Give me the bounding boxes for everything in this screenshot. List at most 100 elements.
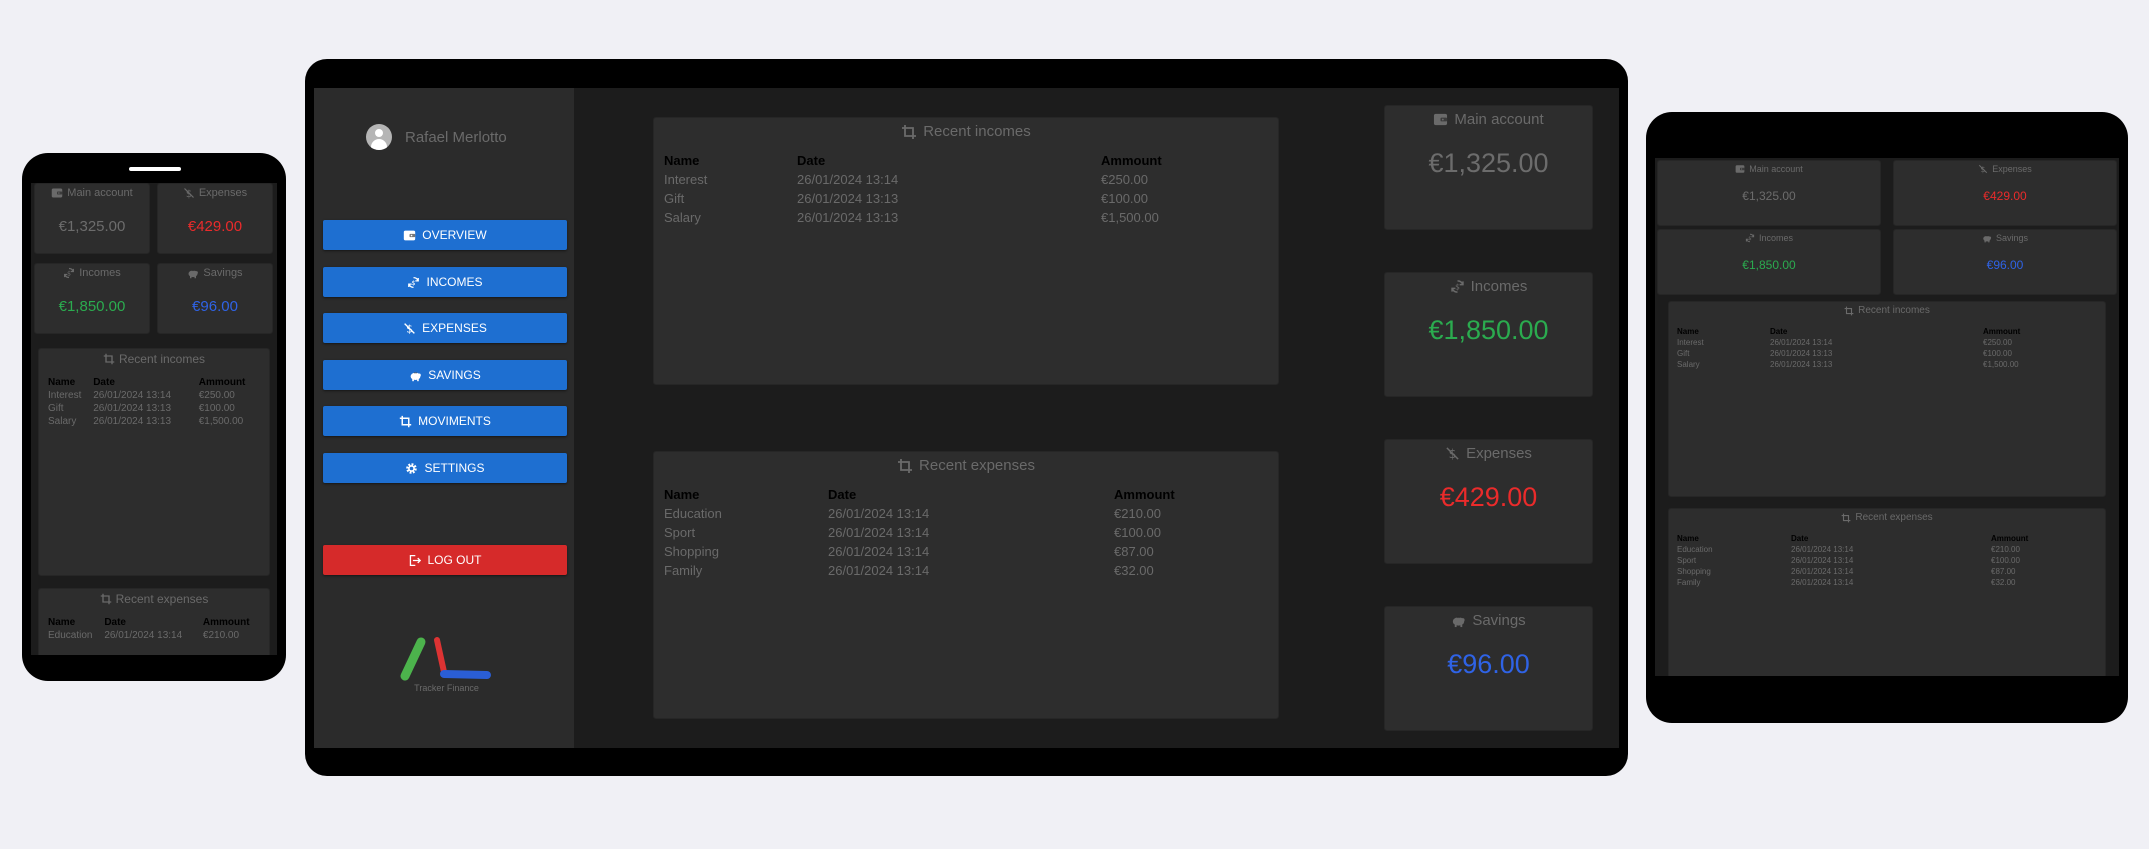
table-row: Family 26/01/2024 13:14 €32.00 [1677, 577, 2097, 588]
main-account-value: €1,325.00 [1742, 189, 1796, 203]
table-header-row: Name Date Ammount [48, 616, 262, 629]
wallet-icon [1433, 112, 1448, 127]
sidebar: Rafael Merlotto OVERVIEW INCOMES EXPENSE… [314, 88, 574, 748]
col-name: Name [664, 153, 700, 168]
cell: €100.00 [1991, 556, 2020, 565]
recent-incomes-title: Recent incomes [1858, 305, 1930, 316]
nav-moviments-button[interactable]: MOVIMENTS [323, 406, 567, 436]
main-account-value: €1,325.00 [1428, 148, 1549, 178]
recent-expenses-title: Recent expenses [1855, 512, 1933, 523]
expenses-value: €429.00 [1439, 482, 1538, 512]
wallet-icon [1735, 164, 1745, 174]
table-row: Salary 26/01/2024 13:13 €1,500.00 [664, 208, 1264, 227]
user-profile[interactable]: Rafael Merlotto [366, 124, 507, 150]
phone-notch [129, 167, 181, 171]
cell: Gift [664, 191, 685, 206]
table-header-row: Name Date Ammount [664, 485, 1264, 504]
cell: €87.00 [1114, 544, 1154, 559]
cell: 26/01/2024 13:14 [104, 630, 183, 641]
logout-button[interactable]: LOG OUT [323, 545, 567, 575]
recent-expenses-table: Name Date Ammount Education 26/01/2024 13:1… [664, 485, 1264, 580]
col-name: Name [48, 617, 76, 628]
table-row: Salary 26/01/2024 13:13 €1,500.00 [1677, 359, 2097, 370]
crop-icon [897, 458, 913, 474]
nav-overview-button[interactable]: OVERVIEW [323, 220, 567, 250]
cell: Family [1677, 578, 1701, 587]
piggy-bank-icon [409, 369, 422, 382]
main-account-value: €1,325.00 [58, 218, 126, 235]
crop-icon [1841, 513, 1851, 523]
expenses-label: Expenses [1466, 445, 1532, 462]
crop-icon [1844, 306, 1854, 316]
cell: Shopping [1677, 567, 1711, 576]
main-account-card: Main account €1,325.00 [1657, 160, 1881, 226]
crop-icon [103, 353, 115, 365]
table-row: Family 26/01/2024 13:14 €32.00 [664, 561, 1264, 580]
gear-icon [405, 462, 418, 475]
nav-label: MOVIMENTS [418, 414, 491, 428]
col-date: Date [797, 153, 826, 168]
table-row: Gift 26/01/2024 13:13 €100.00 [1677, 348, 2097, 359]
incomes-card: Incomes €1,850.00 [1384, 272, 1593, 397]
cell: €250.00 [1101, 172, 1148, 187]
nav-label: OVERVIEW [422, 228, 487, 242]
cell: 26/01/2024 13:13 [797, 210, 899, 225]
nav-label: INCOMES [426, 275, 483, 289]
cell: €210.00 [1991, 545, 2020, 554]
cell: 26/01/2024 13:14 [93, 390, 172, 401]
cell: 26/01/2024 13:14 [1791, 545, 1854, 554]
nav-label: EXPENSES [422, 321, 487, 335]
cell: €1,500.00 [198, 416, 244, 427]
col-date: Date [104, 617, 126, 628]
cell: 26/01/2024 13:14 [828, 544, 930, 559]
expenses-value: €429.00 [187, 218, 243, 235]
expenses-card: Expenses €429.00 [1893, 160, 2117, 226]
cell: €250.00 [1983, 338, 2012, 347]
table-row: Shopping 26/01/2024 13:14 €87.00 [1677, 566, 2097, 577]
cell: Family [664, 563, 703, 578]
cell: Sport [664, 525, 696, 540]
table-row: Sport 26/01/2024 13:14 €100.00 [1677, 555, 2097, 566]
cell: Shopping [664, 544, 719, 559]
nav-settings-button[interactable]: SETTINGS [323, 453, 567, 483]
logout-label: LOG OUT [427, 553, 482, 567]
nav-incomes-button[interactable]: INCOMES [323, 267, 567, 297]
incomes-label: Incomes [79, 267, 121, 279]
recent-incomes-card: Recent incomes Name Date Ammount Interest 2… [653, 117, 1279, 385]
savings-value: €96.00 [1986, 258, 2024, 272]
logo-mark [400, 637, 491, 681]
cell: 26/01/2024 13:14 [1791, 578, 1854, 587]
col-amount: Ammount [1101, 153, 1162, 168]
cell: 26/01/2024 13:14 [1791, 556, 1854, 565]
cell: Salary [48, 416, 77, 427]
savings-label: Savings [1472, 612, 1526, 629]
savings-value: €96.00 [1447, 649, 1530, 679]
cell: €210.00 [202, 630, 240, 641]
cell: 26/01/2024 13:14 [1770, 338, 1833, 347]
table-row: Sport 26/01/2024 13:14 €100.00 [664, 523, 1264, 542]
phone-device-frame: Main account €1,325.00 Expenses €429.00 … [22, 153, 286, 681]
user-name: Rafael Merlotto [405, 128, 507, 146]
main-account-label: Main account [1749, 164, 1803, 174]
cell: 26/01/2024 13:13 [93, 416, 172, 427]
brand-name: Tracker Finance [414, 683, 479, 693]
expenses-value: €429.00 [1983, 189, 2027, 203]
savings-card: Savings €96.00 [157, 263, 273, 334]
nav-label: SETTINGS [424, 461, 485, 475]
cell: €250.00 [198, 390, 235, 401]
logout-icon [408, 554, 421, 567]
cell: €87.00 [1991, 567, 2016, 576]
cell: Salary [1677, 360, 1700, 369]
expenses-card: Expenses €429.00 [157, 183, 273, 254]
recent-expenses-card: Recent expenses Name Date Ammount Educatio… [1668, 508, 2106, 676]
nav-savings-button[interactable]: SAVINGS [323, 360, 567, 390]
cell: €210.00 [1114, 506, 1161, 521]
cell: €1,500.00 [1101, 210, 1159, 225]
table-row: Education 26/01/2024 13:14 €210.00 [664, 504, 1264, 523]
cell: 26/01/2024 13:13 [1770, 349, 1833, 358]
nav-expenses-button[interactable]: EXPENSES [323, 313, 567, 343]
wallet-icon [51, 187, 63, 199]
tablet-device-frame: Main account €1,325.00 Expenses €429.00 … [1646, 112, 2128, 723]
incomes-value: €1,850.00 [1742, 258, 1796, 272]
table-row: Interest 26/01/2024 13:14 €250.00 [48, 389, 262, 402]
